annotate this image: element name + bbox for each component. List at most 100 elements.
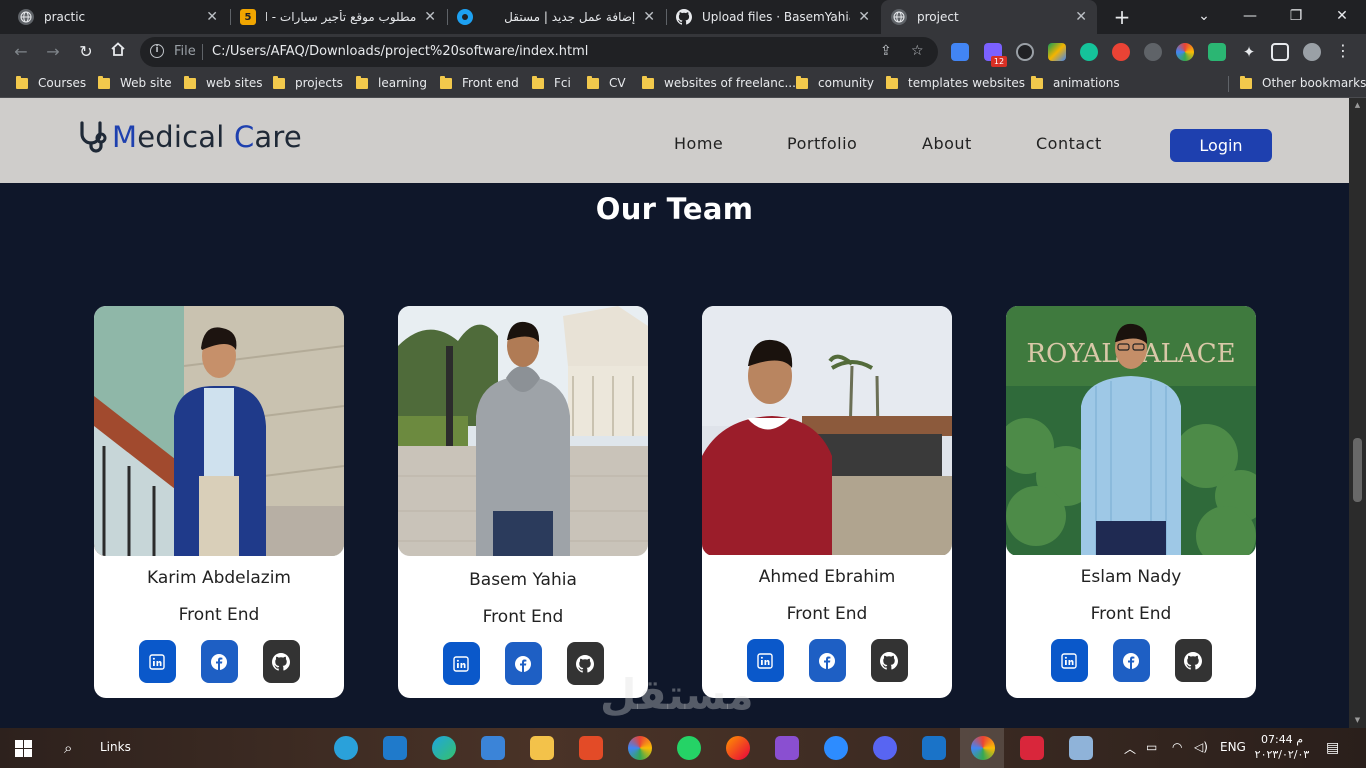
bookmark-learning[interactable]: learning (356, 75, 427, 90)
github-button[interactable] (1174, 639, 1212, 682)
edge-icon[interactable] (432, 736, 456, 760)
folder-icon (642, 75, 654, 89)
battery-icon[interactable]: ▭ (1146, 740, 1157, 754)
notifications-icon[interactable]: ▤ (1326, 740, 1339, 756)
tab-project[interactable]: project ✕ (881, 0, 1097, 34)
nav-about[interactable]: About (922, 134, 972, 153)
facebook-button[interactable] (808, 639, 846, 682)
linkedin-button[interactable] (442, 642, 480, 685)
media-player-icon[interactable] (922, 736, 946, 760)
scroll-thumb[interactable] (1353, 438, 1362, 502)
lens-extension-icon[interactable] (1016, 43, 1034, 61)
close-icon[interactable]: ✕ (643, 9, 655, 25)
home-icon[interactable] (107, 41, 129, 63)
zoom-icon[interactable] (824, 736, 848, 760)
tab-github-upload[interactable]: Upload files · BasemYahia402 ✕ (666, 0, 880, 34)
bookmark-freelance-websites[interactable]: websites of freelanc... (642, 75, 796, 90)
bookmark-web-site[interactable]: Web site (98, 75, 172, 90)
side-panel-icon[interactable] (1271, 43, 1289, 61)
linkedin-icon (149, 653, 165, 670)
info-icon[interactable]: i (150, 44, 164, 58)
minimize-button[interactable]: — (1227, 0, 1273, 34)
github-button[interactable] (262, 640, 300, 683)
scroll-down-icon[interactable]: ▼ (1353, 716, 1362, 724)
volume-icon[interactable]: ◁) (1194, 740, 1208, 754)
translate-extension-icon[interactable] (951, 43, 969, 61)
back-arrow-icon[interactable]: ← (10, 41, 32, 63)
drive-extension-icon[interactable] (1048, 43, 1066, 61)
bookmark-animations[interactable]: animations (1031, 75, 1120, 90)
language-indicator[interactable]: ENG (1220, 740, 1246, 754)
close-icon[interactable]: ✕ (424, 9, 436, 25)
grammarly-extension-icon[interactable] (1080, 43, 1098, 61)
github-button[interactable] (566, 642, 604, 685)
nav-home[interactable]: Home (674, 134, 723, 153)
linkedin-button[interactable] (1050, 639, 1088, 682)
bookmark-projects[interactable]: projects (273, 75, 343, 90)
share-icon[interactable]: ⇪ (880, 43, 892, 59)
close-icon[interactable]: ✕ (1075, 9, 1087, 25)
tab-practic[interactable]: practic ✕ (8, 0, 228, 34)
vscode-icon[interactable] (383, 736, 407, 760)
facebook-button[interactable] (1112, 639, 1150, 682)
folder-icon (98, 75, 110, 89)
telegram-icon[interactable] (334, 736, 358, 760)
site-logo[interactable]: Medical Care (78, 120, 302, 154)
links-toolbar[interactable]: Links (100, 740, 131, 754)
visual-studio-icon[interactable] (775, 736, 799, 760)
reload-icon[interactable]: ↻ (75, 41, 97, 63)
nav-portfolio[interactable]: Portfolio (787, 134, 857, 153)
new-tab-button[interactable]: + (1110, 5, 1134, 29)
bookmark-fci[interactable]: Fci (532, 75, 571, 90)
bookmark-cv[interactable]: CV (587, 75, 626, 90)
forward-arrow-icon[interactable]: → (42, 41, 64, 63)
github-icon (880, 651, 898, 670)
address-bar[interactable]: i File C:/Users/AFAQ/Downloads/project%2… (140, 37, 938, 67)
tab-search-chevron-icon[interactable]: ⌄ (1181, 0, 1227, 34)
record-extension-icon[interactable] (1112, 43, 1130, 61)
seo-extension-icon[interactable] (1208, 43, 1226, 61)
github-button[interactable] (870, 639, 908, 682)
star-icon[interactable]: ☆ (911, 43, 924, 59)
firefox-icon[interactable] (726, 736, 750, 760)
avatar[interactable] (1303, 43, 1321, 61)
office-icon[interactable] (579, 736, 603, 760)
login-button[interactable]: Login (1170, 129, 1272, 162)
url-text[interactable]: C:/Users/AFAQ/Downloads/project%20softwa… (212, 44, 588, 59)
file-explorer-icon[interactable] (530, 736, 554, 760)
puzzle-icon[interactable]: ✦ (1240, 43, 1258, 61)
scrollbar[interactable]: ▲ ▼ (1349, 98, 1366, 728)
search-icon[interactable]: ⌕ (64, 739, 72, 757)
chrome-icon[interactable] (628, 736, 652, 760)
whatsapp-icon[interactable] (677, 736, 701, 760)
bookmark-templates-websites[interactable]: templates websites (886, 75, 1025, 90)
facebook-button[interactable] (200, 640, 238, 683)
bookmark-web-sites[interactable]: web sites (184, 75, 263, 90)
cursor-extension-icon[interactable] (1144, 43, 1162, 61)
notepad-icon[interactable] (1069, 736, 1093, 760)
wifi-icon[interactable]: ◠ (1172, 740, 1182, 754)
windows-start-icon[interactable] (15, 740, 32, 757)
bookmark-comunity[interactable]: comunity (796, 75, 874, 90)
scroll-up-icon[interactable]: ▲ (1353, 101, 1362, 109)
linkedin-button[interactable] (138, 640, 176, 683)
menu-kebab-icon[interactable]: ⋮ (1334, 43, 1352, 61)
bookmark-other[interactable]: Other bookmarks (1240, 75, 1366, 90)
chrome-active-icon[interactable] (971, 736, 995, 760)
bookmark-front-end[interactable]: Front end (440, 75, 519, 90)
mail-icon[interactable] (481, 736, 505, 760)
close-icon[interactable]: ✕ (206, 9, 218, 25)
tray-chevron-icon[interactable]: ︿ (1124, 740, 1136, 757)
yb-app-icon[interactable] (1020, 736, 1044, 760)
nav-contact[interactable]: Contact (1036, 134, 1102, 153)
bookmark-courses[interactable]: Courses (16, 75, 86, 90)
close-icon[interactable]: ✕ (858, 9, 870, 25)
clock[interactable]: 07:44 م ٢٠٢٣/٠٢/٠٣ (1254, 732, 1310, 762)
color-extension-icon[interactable] (1176, 43, 1194, 61)
tab-car-rental[interactable]: 5 مطلوب موقع تأجير سيارات - ا ✕ (230, 0, 446, 34)
close-window-button[interactable]: ✕ (1319, 0, 1365, 34)
tab-mostaql[interactable]: إضافة عمل جديد | مستقل ✕ (447, 0, 665, 34)
facebook-button[interactable] (504, 642, 542, 685)
restore-button[interactable]: ❐ (1273, 0, 1319, 34)
discord-icon[interactable] (873, 736, 897, 760)
